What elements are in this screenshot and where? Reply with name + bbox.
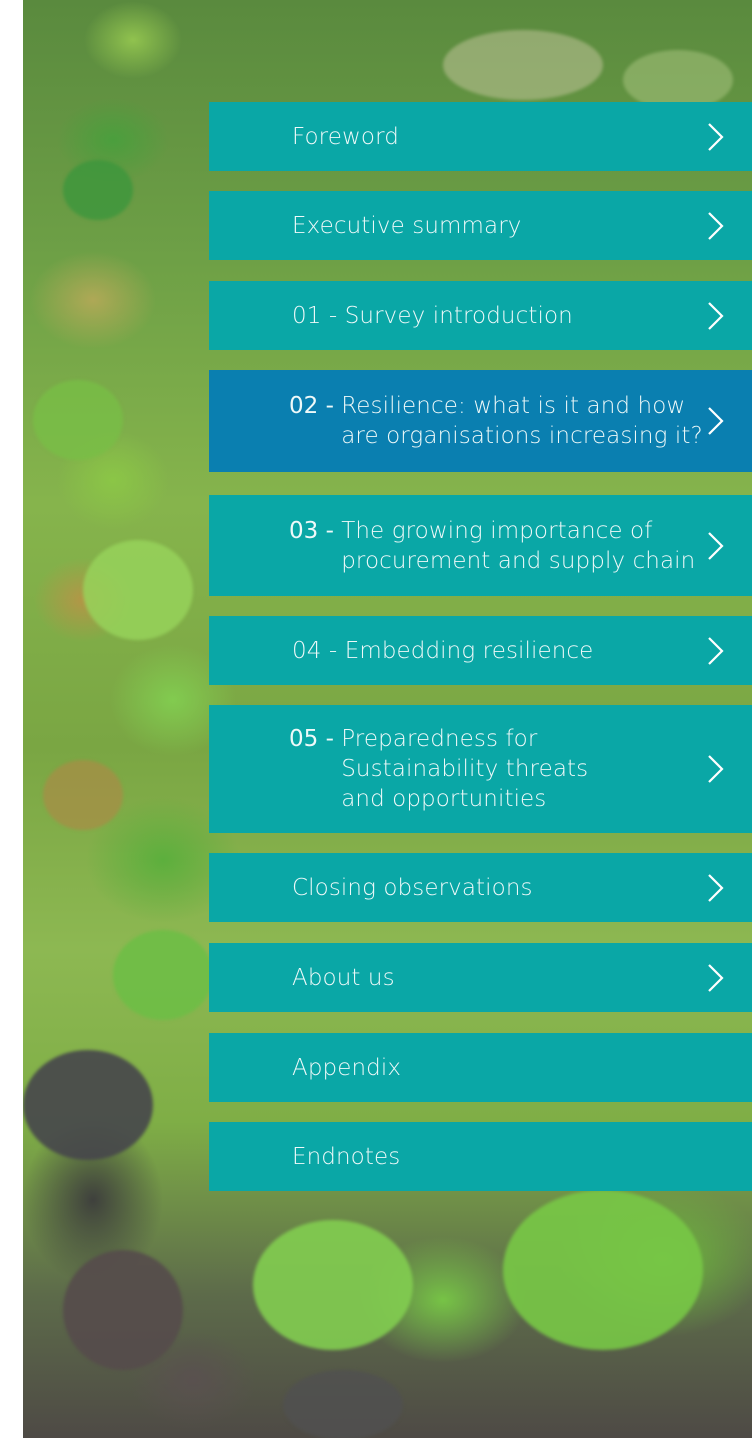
left-margin xyxy=(0,0,23,1438)
menu-item-label: Closing observations xyxy=(292,874,533,901)
menu-item-label: Appendix xyxy=(292,1054,402,1081)
menu-item-resilience[interactable]: 02 - Resilience: what is it and how are … xyxy=(209,370,752,472)
menu-item-number: 05 - xyxy=(289,726,342,752)
menu-item-procurement[interactable]: 03 - The growing importance of procureme… xyxy=(209,495,752,596)
menu-item-sustainability[interactable]: 05 - Preparedness for Sustainability thr… xyxy=(209,705,752,833)
menu-item-line: are organisations increasing it? xyxy=(341,423,703,449)
chevron-right-icon xyxy=(708,755,724,783)
menu-item-line: Sustainability threats xyxy=(341,756,589,782)
chevron-right-icon xyxy=(708,301,724,330)
menu-item-label: 01 - Survey introduction xyxy=(292,302,573,329)
chevron-right-icon xyxy=(708,407,724,435)
menu-item-number: 02 - xyxy=(289,393,342,419)
menu-item-label: 04 - Embedding resilience xyxy=(292,637,594,664)
menu-item-appendix[interactable]: Appendix xyxy=(209,1033,752,1102)
menu-item-survey-introduction[interactable]: 01 - Survey introduction xyxy=(209,281,752,350)
menu-item-number: 03 - xyxy=(289,517,342,544)
menu-item-line: The growing importance of xyxy=(341,517,653,544)
menu-item-label: Executive summary xyxy=(292,212,522,239)
menu-item-label: 03 - The growing importance of procureme… xyxy=(289,516,695,576)
menu-item-foreword[interactable]: Foreword xyxy=(209,102,752,171)
menu-item-endnotes[interactable]: Endnotes xyxy=(209,1122,752,1191)
menu-item-line: Resilience: what is it and how xyxy=(341,393,686,419)
chevron-right-icon xyxy=(708,122,724,151)
menu-item-line: Preparedness for xyxy=(341,726,538,752)
menu-item-about-us[interactable]: About us xyxy=(209,943,752,1012)
menu-item-line: and opportunities xyxy=(341,786,547,812)
menu-item-label: 02 - Resilience: what is it and how are … xyxy=(289,391,703,451)
menu-item-label: Endnotes xyxy=(292,1143,401,1170)
chevron-right-icon xyxy=(708,636,724,665)
menu-item-executive-summary[interactable]: Executive summary xyxy=(209,191,752,260)
menu-item-label: 05 - Preparedness for Sustainability thr… xyxy=(289,724,588,814)
menu-item-closing-observations[interactable]: Closing observations xyxy=(209,853,752,922)
menu-item-label: About us xyxy=(292,964,395,991)
chevron-right-icon xyxy=(708,963,724,992)
chevron-right-icon xyxy=(708,211,724,240)
menu-item-label: Foreword xyxy=(292,123,399,150)
menu-item-embedding-resilience[interactable]: 04 - Embedding resilience xyxy=(209,616,752,685)
menu-item-line: procurement and supply chain xyxy=(341,547,696,574)
chevron-right-icon xyxy=(708,531,724,560)
chevron-right-icon xyxy=(708,873,724,902)
